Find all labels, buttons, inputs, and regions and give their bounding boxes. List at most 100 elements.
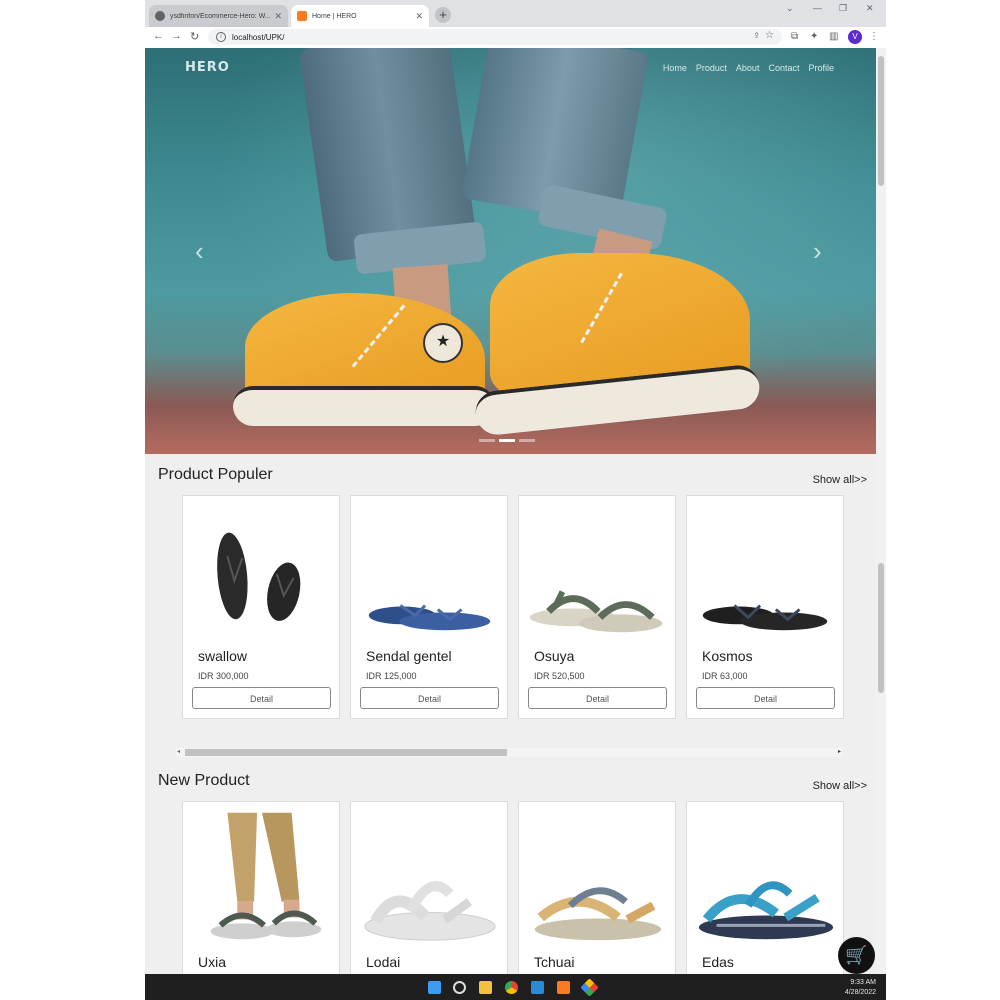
clock-time: 9:33 AM bbox=[850, 979, 876, 986]
search-icon[interactable] bbox=[453, 981, 466, 994]
clock-date: 4/28/2022 bbox=[844, 989, 876, 996]
system-clock[interactable]: 9:33 AM 4/28/2022 bbox=[845, 978, 876, 998]
minimize-icon[interactable]: — bbox=[813, 3, 822, 13]
product-card: Uxia bbox=[182, 801, 340, 1000]
file-explorer-icon[interactable] bbox=[479, 981, 492, 994]
star-icon: ★ bbox=[423, 323, 463, 363]
product-card: Lodai bbox=[350, 801, 508, 1000]
horizontal-scrollbar[interactable]: ◂ ▸ bbox=[176, 748, 842, 757]
share-icon[interactable]: ⇪ bbox=[753, 31, 760, 40]
tab-github[interactable]: ysdfinfon/Ecommerce-Hero: W... ✕ bbox=[149, 5, 288, 27]
product-image bbox=[529, 590, 663, 633]
detail-button[interactable]: Detail bbox=[696, 687, 835, 709]
product-name: swallow bbox=[198, 648, 248, 664]
scrollbar-thumb[interactable] bbox=[878, 563, 884, 693]
reload-icon[interactable]: ↻ bbox=[190, 30, 199, 43]
info-icon[interactable]: i bbox=[216, 32, 226, 42]
tab-strip: ysdfinfon/Ecommerce-Hero: W... ✕ Home | … bbox=[145, 0, 886, 27]
vscode-icon[interactable] bbox=[531, 981, 544, 994]
product-card: Tchuai bbox=[518, 801, 676, 1000]
product-name: Uxia bbox=[198, 954, 227, 970]
product-image bbox=[368, 604, 491, 631]
product-name: Sendal gentel bbox=[366, 648, 452, 664]
section-title-new: New Product bbox=[158, 772, 250, 789]
side-panel-icon[interactable]: ▥ bbox=[829, 31, 838, 42]
carousel-next-icon[interactable]: › bbox=[813, 236, 822, 267]
section-title-popular: Product Populer bbox=[158, 466, 273, 483]
windows-taskbar: 9:33 AM 4/28/2022 bbox=[145, 974, 886, 1000]
scrollbar-thumb[interactable] bbox=[185, 749, 507, 756]
detail-button[interactable]: Detail bbox=[360, 687, 499, 709]
hero-image-part bbox=[233, 386, 495, 426]
address-bar[interactable]: i localhost/UPK/ ⇪ ☆ bbox=[208, 29, 782, 45]
product-name: Lodai bbox=[366, 954, 401, 970]
product-image bbox=[217, 532, 301, 621]
product-name: Edas bbox=[702, 954, 734, 970]
translate-icon[interactable]: ⧉ bbox=[791, 31, 798, 42]
extensions-icon[interactable]: ✦ bbox=[810, 31, 818, 42]
nav-home[interactable]: Home bbox=[663, 63, 687, 73]
product-image bbox=[702, 604, 828, 631]
product-name: Tchuai bbox=[534, 954, 575, 970]
product-image bbox=[698, 881, 834, 940]
tab-home-hero[interactable]: Home | HERO ✕ bbox=[291, 5, 429, 27]
product-price: IDR 63,000 bbox=[702, 671, 748, 681]
product-card: Sendal gentel IDR 125,000 Detail bbox=[350, 495, 508, 719]
hero-carousel: ★ HERO Home Product About Contact Profil… bbox=[145, 48, 876, 454]
menu-icon[interactable]: ⋮ bbox=[869, 31, 879, 42]
product-name: Osuya bbox=[534, 648, 575, 664]
nav-about[interactable]: About bbox=[736, 63, 760, 73]
product-card: Kosmos IDR 63,000 Detail bbox=[686, 495, 844, 719]
product-card: Edas bbox=[686, 801, 844, 1000]
product-image bbox=[364, 881, 496, 941]
nav-product[interactable]: Product bbox=[696, 63, 727, 73]
back-icon[interactable]: ← bbox=[153, 30, 164, 42]
windows-start-icon[interactable] bbox=[428, 981, 441, 994]
browser-window: ysdfinfon/Ecommerce-Hero: W... ✕ Home | … bbox=[145, 0, 886, 1000]
nav-profile[interactable]: Profile bbox=[808, 63, 834, 73]
cart-button[interactable]: 🛒 bbox=[838, 937, 875, 974]
chrome-icon[interactable] bbox=[505, 981, 518, 994]
detail-button[interactable]: Detail bbox=[528, 687, 667, 709]
url-text: localhost/UPK/ bbox=[232, 32, 285, 42]
avatar[interactable]: V bbox=[848, 30, 862, 44]
bookmark-star-icon[interactable]: ☆ bbox=[765, 30, 774, 41]
toolbar: ← → ↻ i localhost/UPK/ ⇪ ☆ ⧉ ✦ ▥ V ⋮ bbox=[145, 27, 886, 49]
carousel-dot[interactable] bbox=[519, 439, 535, 442]
main-nav: Home Product About Contact Profile bbox=[663, 63, 834, 73]
scroll-right-icon[interactable]: ▸ bbox=[838, 748, 841, 755]
xampp-icon[interactable] bbox=[557, 981, 570, 994]
new-tab-button[interactable]: + bbox=[435, 7, 451, 23]
tab-title: ysdfinfon/Ecommerce-Hero: W... bbox=[170, 12, 271, 20]
scroll-left-icon[interactable]: ◂ bbox=[177, 748, 180, 755]
carousel-indicators bbox=[479, 439, 535, 442]
product-name: Kosmos bbox=[702, 648, 753, 664]
product-card: Osuya IDR 520,500 Detail bbox=[518, 495, 676, 719]
product-price: IDR 520,500 bbox=[534, 671, 585, 681]
close-icon[interactable]: ✕ bbox=[415, 11, 423, 22]
close-icon[interactable]: ✕ bbox=[274, 11, 282, 22]
product-image bbox=[534, 887, 662, 941]
product-price: IDR 300,000 bbox=[198, 671, 249, 681]
cart-icon: 🛒 bbox=[845, 945, 868, 965]
page-scrollbar[interactable] bbox=[876, 48, 886, 973]
close-window-icon[interactable]: ✕ bbox=[866, 3, 874, 14]
carousel-dot[interactable] bbox=[499, 439, 515, 442]
forward-icon[interactable]: → bbox=[171, 30, 182, 42]
detail-button[interactable]: Detail bbox=[192, 687, 331, 709]
product-image bbox=[210, 812, 322, 940]
chevron-down-icon[interactable]: ⌄ bbox=[786, 3, 794, 14]
github-icon bbox=[155, 11, 165, 21]
nav-contact[interactable]: Contact bbox=[768, 63, 799, 73]
xampp-icon bbox=[297, 11, 307, 21]
scrollbar-thumb[interactable] bbox=[878, 56, 884, 186]
restore-icon[interactable]: ❐ bbox=[839, 3, 847, 14]
tab-title: Home | HERO bbox=[312, 12, 357, 20]
show-all-new-link[interactable]: Show all>> bbox=[813, 780, 867, 792]
carousel-prev-icon[interactable]: ‹ bbox=[195, 236, 204, 267]
show-all-popular-link[interactable]: Show all>> bbox=[813, 474, 867, 486]
git-icon[interactable] bbox=[580, 978, 599, 997]
product-card: swallow IDR 300,000 Detail bbox=[182, 495, 340, 719]
site-logo[interactable]: HERO bbox=[185, 60, 230, 75]
carousel-dot[interactable] bbox=[479, 439, 495, 442]
